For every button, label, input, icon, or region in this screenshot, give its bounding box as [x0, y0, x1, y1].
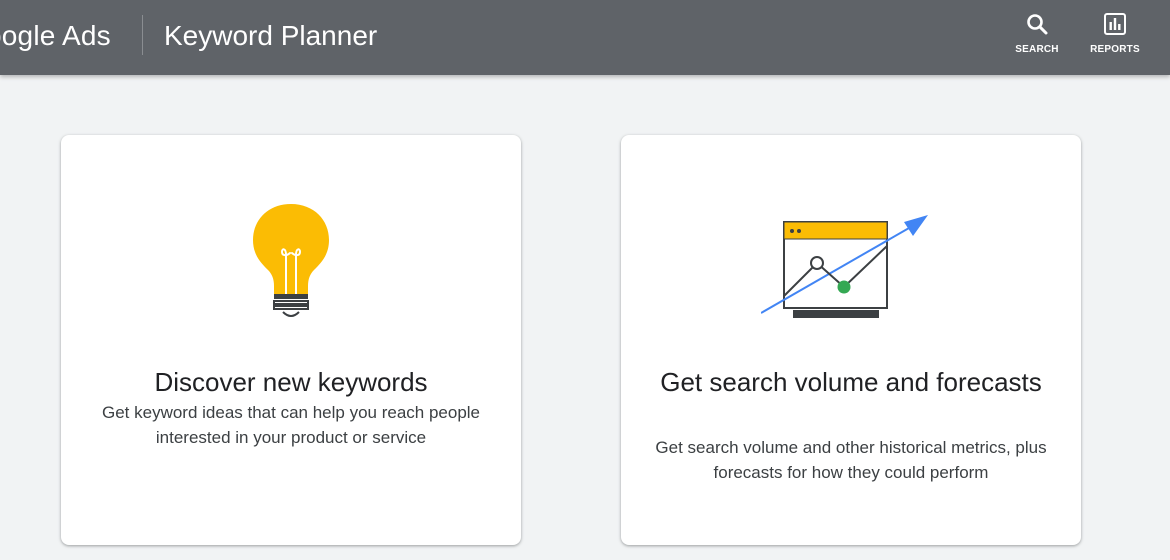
page-title: Keyword Planner: [164, 20, 378, 51]
top-app-bar: oogle Ads Keyword Planner SEARCH REPORTS: [0, 0, 1170, 75]
card-description: Get keyword ideas that can help you reac…: [101, 403, 481, 447]
lightbulb-illustration: [253, 204, 329, 317]
forecast-chart-illustration: [761, 215, 928, 318]
card-title: Discover new keywords: [154, 367, 428, 397]
reports-icon: [1104, 13, 1126, 35]
search-tool-button[interactable]: SEARCH: [997, 12, 1077, 64]
reports-tool-label: REPORTS: [1090, 44, 1140, 55]
header-divider: [142, 15, 143, 55]
discover-keywords-card[interactable]: Discover new keywords Get keyword ideas …: [61, 135, 521, 545]
search-volume-card[interactable]: Get search volume and forecasts Get sear…: [621, 135, 1081, 545]
card-description: Get search volume and other historical m…: [655, 438, 1047, 482]
search-tool-label: SEARCH: [1015, 44, 1059, 55]
google-ads-logo[interactable]: oogle Ads: [0, 18, 111, 54]
card-title: Get search volume and forecasts: [660, 367, 1042, 397]
search-icon: [1027, 14, 1048, 35]
reports-tool-button[interactable]: REPORTS: [1075, 12, 1155, 64]
